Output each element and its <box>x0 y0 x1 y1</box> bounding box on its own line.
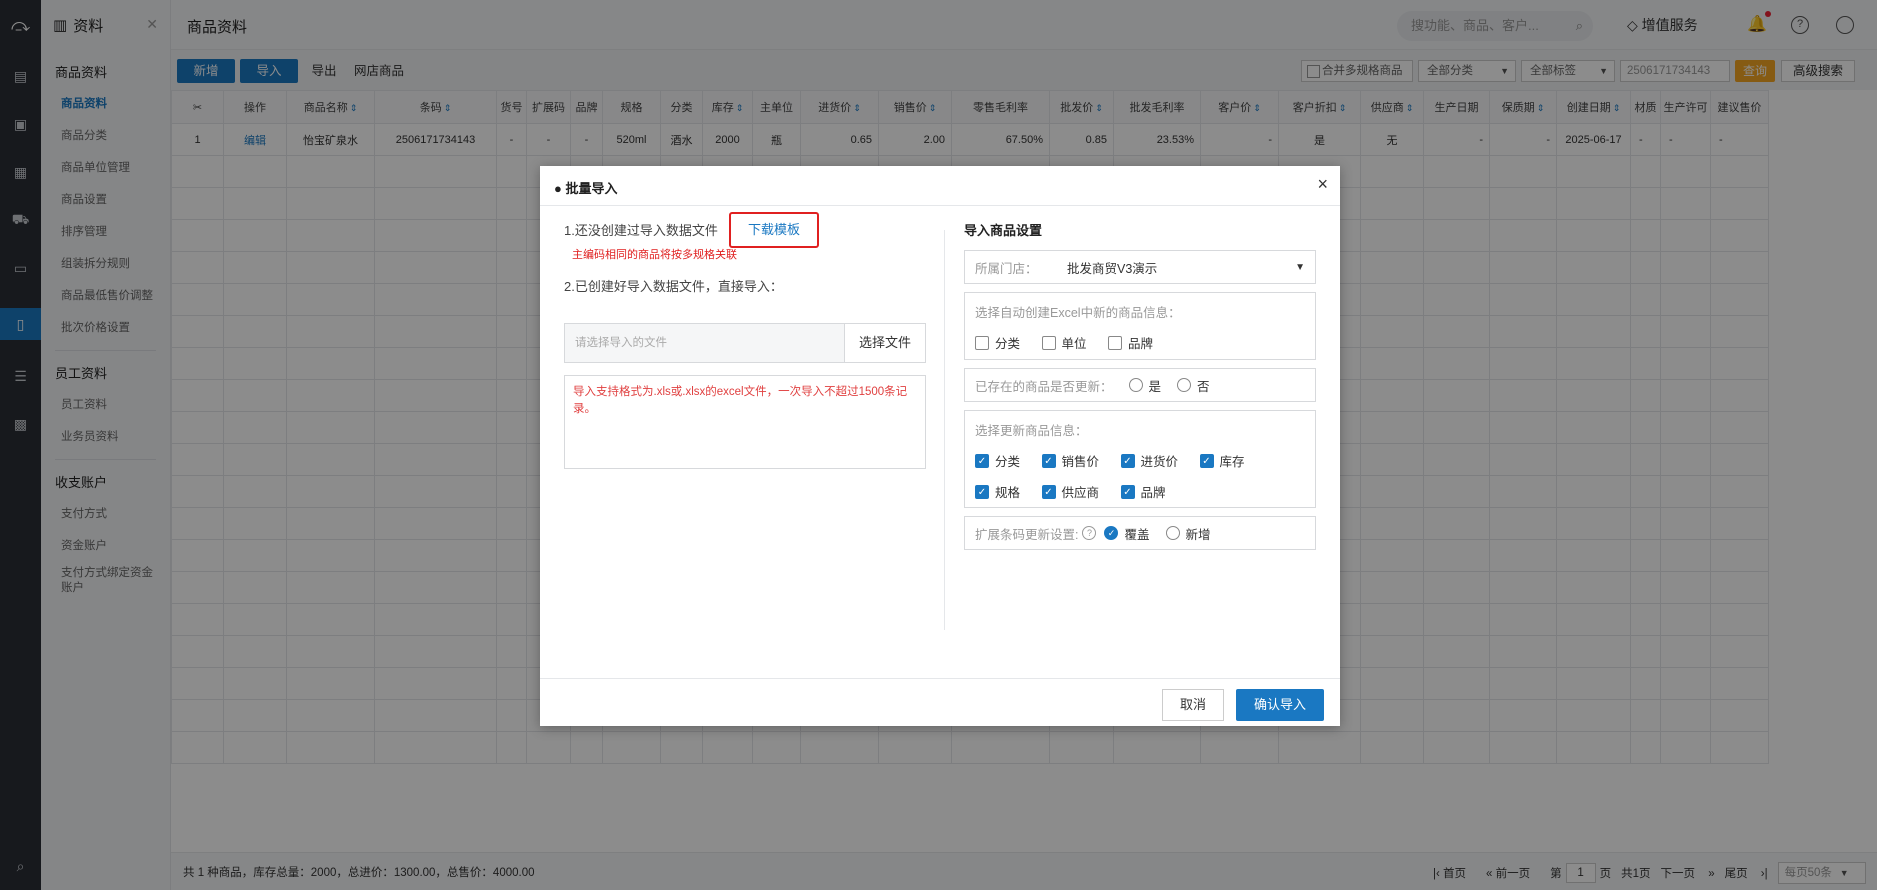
update-existing-box: 已存在的商品是否更新： 是 否 <box>964 368 1316 402</box>
file-path-input[interactable]: 请选择导入的文件 <box>565 324 845 362</box>
update-yes-radio[interactable]: 是 <box>1128 376 1161 395</box>
auto-create-category-checkbox[interactable]: 分类 <box>975 333 1020 352</box>
ext-overwrite-radio[interactable]: ✓ 覆盖 <box>1104 524 1150 543</box>
store-label: 所属门店： <box>975 261 1038 276</box>
update-brand-checkbox[interactable]: ✓ 品牌 <box>1120 482 1166 501</box>
update-purchase-price-checkbox[interactable]: ✓ 进货价 <box>1120 451 1178 470</box>
update-info-label: 选择更新商品信息： <box>975 424 1088 438</box>
auto-create-box: 选择自动创建Excel中新的商品信息： 分类 单位 品牌 <box>964 292 1316 360</box>
check-icon: ✓ <box>975 453 989 468</box>
radio-icon <box>1128 378 1143 392</box>
update-info-box: 选择更新商品信息： ✓ 分类 ✓ 销售价 ✓ 进货价 ✓ 库存 ✓ 规格 ✓ 供应商 ✓ 品牌 <box>964 410 1316 508</box>
store-value: 批发商贸V3演示 <box>1067 261 1158 276</box>
download-template-button[interactable]: 下载模板 <box>729 212 819 248</box>
format-note: 导入支持格式为.xls或.xlsx的excel文件，一次导入不超过1500条记录… <box>564 375 926 469</box>
close-icon[interactable]: × <box>1317 174 1328 195</box>
update-supplier-checkbox[interactable]: ✓ 供应商 <box>1041 482 1099 501</box>
update-no-radio[interactable]: 否 <box>1177 376 1210 395</box>
choose-file-button[interactable]: 选择文件 <box>845 324 925 362</box>
check-icon: ✓ <box>975 484 989 499</box>
ext-add-radio[interactable]: 新增 <box>1165 524 1211 543</box>
radio-checked-icon: ✓ <box>1104 526 1119 540</box>
chevron-down-icon: ▼ <box>1295 261 1305 273</box>
check-icon: ✓ <box>1120 484 1135 499</box>
update-spec-checkbox[interactable]: ✓ 规格 <box>975 482 1020 501</box>
store-select[interactable]: 所属门店： 批发商贸V3演示 ▼ <box>964 250 1316 284</box>
ext-code-box: 扩展条码更新设置: ? ✓ 覆盖 新增 <box>964 516 1316 550</box>
check-icon: ✓ <box>1041 453 1056 468</box>
spec-hint-text: 主编码相同的商品将按多规格关联 <box>572 249 737 261</box>
import-file-section: 1.还没创建过导入数据文件 下载模板 主编码相同的商品将按多规格关联 2.已创建… <box>564 212 926 469</box>
dialog-footer: 取消 确认导入 <box>540 678 1340 726</box>
update-stock-checkbox[interactable]: ✓ 库存 <box>1199 451 1245 470</box>
radio-icon <box>1165 526 1180 540</box>
file-picker: 请选择导入的文件 选择文件 <box>564 323 926 363</box>
confirm-import-button[interactable]: 确认导入 <box>1236 689 1324 721</box>
auto-create-label: 选择自动创建Excel中新的商品信息： <box>975 306 1181 320</box>
ext-code-label: 扩展条码更新设置: <box>975 527 1079 542</box>
question-icon[interactable]: ? <box>1082 526 1097 540</box>
dialog-header: ● 批量导入 × <box>540 166 1340 206</box>
step2-label: 2.已创建好导入数据文件，直接导入： <box>564 279 783 294</box>
settings-title: 导入商品设置 <box>964 223 1043 238</box>
check-icon: ✓ <box>1120 453 1135 468</box>
check-icon: ✓ <box>1199 453 1214 468</box>
update-category-checkbox[interactable]: ✓ 分类 <box>975 451 1020 470</box>
check-icon: ✓ <box>1041 484 1056 499</box>
radio-icon <box>1177 378 1192 392</box>
update-sale-price-checkbox[interactable]: ✓ 销售价 <box>1041 451 1099 470</box>
auto-create-unit-checkbox[interactable]: 单位 <box>1041 333 1087 352</box>
checkbox-icon <box>975 335 989 350</box>
import-settings-section: 导入商品设置 所属门店： 批发商贸V3演示 ▼ 选择自动创建Excel中新的商品… <box>964 220 1316 550</box>
update-existing-label: 已存在的商品是否更新： <box>975 379 1113 394</box>
checkbox-icon <box>1041 335 1056 350</box>
dialog-title: ● 批量导入 <box>554 181 618 196</box>
auto-create-brand-checkbox[interactable]: 品牌 <box>1108 333 1153 352</box>
cancel-button[interactable]: 取消 <box>1162 689 1224 721</box>
dialog-divider <box>944 230 945 630</box>
batch-import-dialog: ● 批量导入 × 1.还没创建过导入数据文件 下载模板 主编码相同的商品将按多规… <box>540 166 1340 726</box>
checkbox-icon <box>1108 335 1122 350</box>
